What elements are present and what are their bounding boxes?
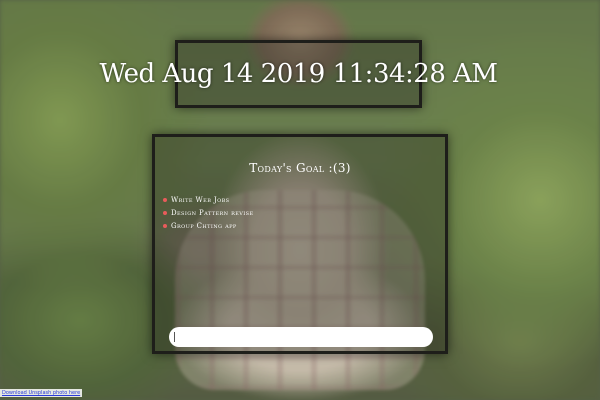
- new-goal-input[interactable]: [169, 327, 433, 347]
- bullet-icon: [163, 210, 167, 215]
- goals-title: Today's Goal :(3): [249, 161, 351, 175]
- bullet-icon: [163, 197, 167, 202]
- text-cursor: [174, 332, 175, 342]
- clock-time: Wed Aug 14 2019 11:34:28 AM: [99, 59, 498, 89]
- bullet-icon: [163, 223, 167, 228]
- goal-item-label: Design Pattern revise: [171, 208, 254, 217]
- goal-item[interactable]: Group Chting app: [163, 219, 254, 232]
- clock-panel: Wed Aug 14 2019 11:34:28 AM: [99, 40, 498, 108]
- goal-item[interactable]: Design Pattern revise: [163, 206, 254, 219]
- photo-credit-link[interactable]: Download Unsplash photo here: [0, 389, 83, 397]
- goal-item-label: Write Web Jobs: [171, 195, 230, 204]
- goals-panel: Today's Goal :(3) Write Web Jobs Design …: [152, 134, 448, 354]
- goal-item-label: Group Chting app: [171, 221, 237, 230]
- goals-list: Write Web Jobs Design Pattern revise Gro…: [163, 193, 254, 232]
- goal-item[interactable]: Write Web Jobs: [163, 193, 254, 206]
